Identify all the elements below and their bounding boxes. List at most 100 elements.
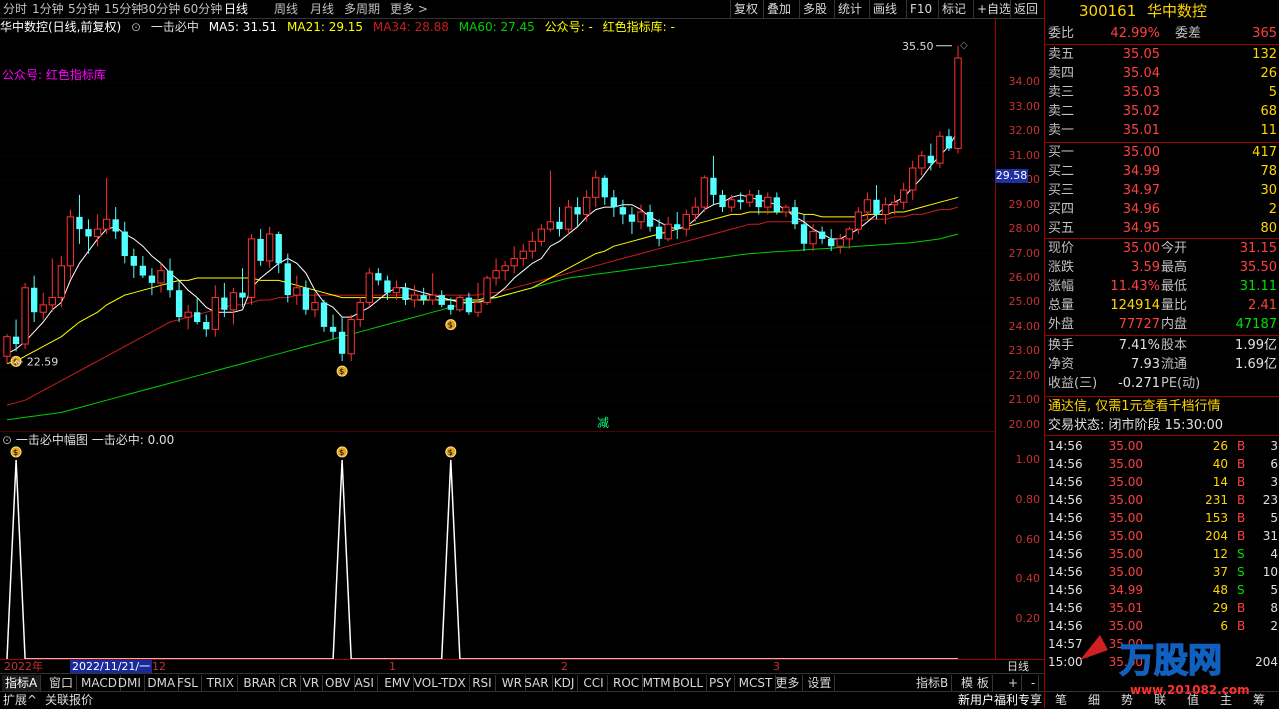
stat-value: 35.00 [1122,241,1160,256]
timeframe-0[interactable]: 分时 [3,1,27,18]
stat-value: 124914 [1110,298,1160,313]
indicator-tab-6[interactable]: TRIX [204,675,239,692]
money-bag-icon: $ [336,365,348,377]
date-cursor[interactable]: 2022/11/21/一 [70,660,153,673]
candle [782,204,790,217]
tick-price: 35.00 [1108,457,1143,471]
signal-tick: 0.60 [1015,532,1041,546]
candle [438,290,445,308]
diamond-icon[interactable]: ◇ [960,40,968,51]
svg-text:$: $ [448,321,453,330]
indicator-tab-18[interactable]: CCI [580,675,608,692]
bid-vol: 80 [1260,221,1277,236]
ask-row: 卖三 35.03 5 [1045,83,1279,102]
indicator-tab-25[interactable]: 设置 [804,675,836,692]
timeframe-9[interactable]: 多周期 [344,1,380,18]
indicator-tab-8[interactable]: CR [277,675,301,692]
ma60-line [6,233,959,421]
candle [873,185,880,220]
stat-row: 涨跌 3.59 最高 35.50 [1045,258,1279,277]
indicator-tab-0[interactable]: 指标A [2,675,42,692]
ask-label: 卖二 [1048,104,1075,119]
divider [1045,396,1279,397]
right-tab-2[interactable]: + [1005,675,1023,692]
toolbar-button-3[interactable]: 统计 [834,0,865,18]
expand-button[interactable]: 扩展^ [3,692,37,709]
candle [592,170,600,208]
candlestick-chart[interactable]: $$$35.50← 22.59减◇ [0,36,995,432]
timeframe-5[interactable]: 60分钟 [183,1,222,18]
toolbar-button-7[interactable]: +自选 [973,0,1014,18]
timeframe-4[interactable]: 30分钟 [141,1,180,18]
weicha-label: 委差 [1175,26,1202,41]
weibi-label: 委比 [1048,26,1075,41]
signal-tick: 0.80 [1015,492,1041,506]
indicator-tab-7[interactable]: BRAR [240,675,281,692]
toolbar-button-0[interactable]: 复权 [730,0,761,18]
indicator-tab-14[interactable]: RSI [469,675,496,692]
bid-price: 34.99 [1122,164,1160,179]
notice-link[interactable]: 通达信, 仅需1元查看千档行情 [1045,397,1279,417]
indicator-tab-19[interactable]: ROC [610,675,644,692]
new-user-promo[interactable]: 新用户福利专享 [958,692,1042,709]
toolbar-button-8[interactable]: 返回 [1010,0,1041,18]
indicator-tab-24[interactable]: 更多 [772,675,804,692]
stat-value: 2.41 [1248,298,1277,313]
toolbar-button-5[interactable]: F10 [906,0,935,18]
indicator-name[interactable]: 一击必中 [151,20,199,34]
timeframe-6[interactable]: 日线 [224,1,248,18]
timeframe-1[interactable]: 1分钟 [32,1,64,18]
tick-vol: 48 [1212,583,1228,597]
ma60-label: MA60: 27.45 [458,20,535,34]
indicator-tab-22[interactable]: PSY [706,675,736,692]
right-tab-0[interactable]: 指标B [913,675,953,692]
indicator-tab-9[interactable]: VR [300,675,324,692]
toolbar-button-4[interactable]: 画线 [869,0,900,18]
indicator-tab-12[interactable]: EMV [381,675,415,692]
timeframe-3[interactable]: 15分钟 [104,1,143,18]
toolbar-button-2[interactable]: 多股 [799,0,830,18]
signal-subchart[interactable]: $ $ $ [0,434,995,659]
indicator-tab-3[interactable]: DMI [115,675,145,692]
indicator-tab-10[interactable]: OBV [322,675,355,692]
right-tab-3[interactable]: - [1028,675,1040,692]
candle [800,214,808,252]
candle [610,190,617,217]
toolbar-button-6[interactable]: 标记 [938,0,969,18]
right-tab-1[interactable]: 模 板 [958,675,993,692]
indicator-tab-11[interactable]: ASI [352,675,378,692]
candle [166,258,174,298]
candle [211,285,219,337]
tick-side: B [1237,457,1246,471]
ask-price: 35.02 [1122,104,1160,119]
price-tick: 33.00 [1008,99,1041,113]
timeframe-10[interactable]: 更多 > [390,1,428,18]
candle [66,209,75,278]
timeframe-8[interactable]: 月线 [310,1,334,18]
indicator-tab-5[interactable]: FSL [174,675,202,692]
tick-price: 35.00 [1108,493,1143,507]
indicator-tab-13[interactable]: VOL-TDX [411,675,470,692]
indicator-tab-17[interactable]: KDJ [551,675,579,692]
related-quote-button[interactable]: 关联报价 [45,692,93,709]
stat-label: 量比 [1161,298,1188,313]
price-tick: 23.00 [1008,344,1041,358]
indicator-dropdown-icon[interactable]: ⊙ [131,20,141,34]
indicator-tab-16[interactable]: SAR [521,675,553,692]
stat-value: 47187 [1235,317,1277,332]
timeframe-2[interactable]: 5分钟 [68,1,100,18]
tick-count: 5 [1270,511,1278,525]
period-label[interactable]: 日线 [1007,660,1029,673]
tick-price: 35.00 [1108,529,1143,543]
indicator-tab-23[interactable]: MCST [736,675,777,692]
toolbar-button-1[interactable]: 叠加 [763,0,794,18]
bid-vol: 417 [1252,145,1277,160]
tick-time: 14:56 [1048,601,1083,615]
svg-text:$: $ [339,448,344,457]
tick-row: 14:56 35.00 231 B 23 [1045,491,1279,509]
fin-value: 1.99亿 [1235,338,1277,353]
indicator-tab-21[interactable]: BOLL [669,675,708,692]
timeframe-7[interactable]: 周线 [274,1,298,18]
stat-label: 最低 [1161,279,1188,294]
indicator-tab-1[interactable]: 窗口 [46,675,78,692]
